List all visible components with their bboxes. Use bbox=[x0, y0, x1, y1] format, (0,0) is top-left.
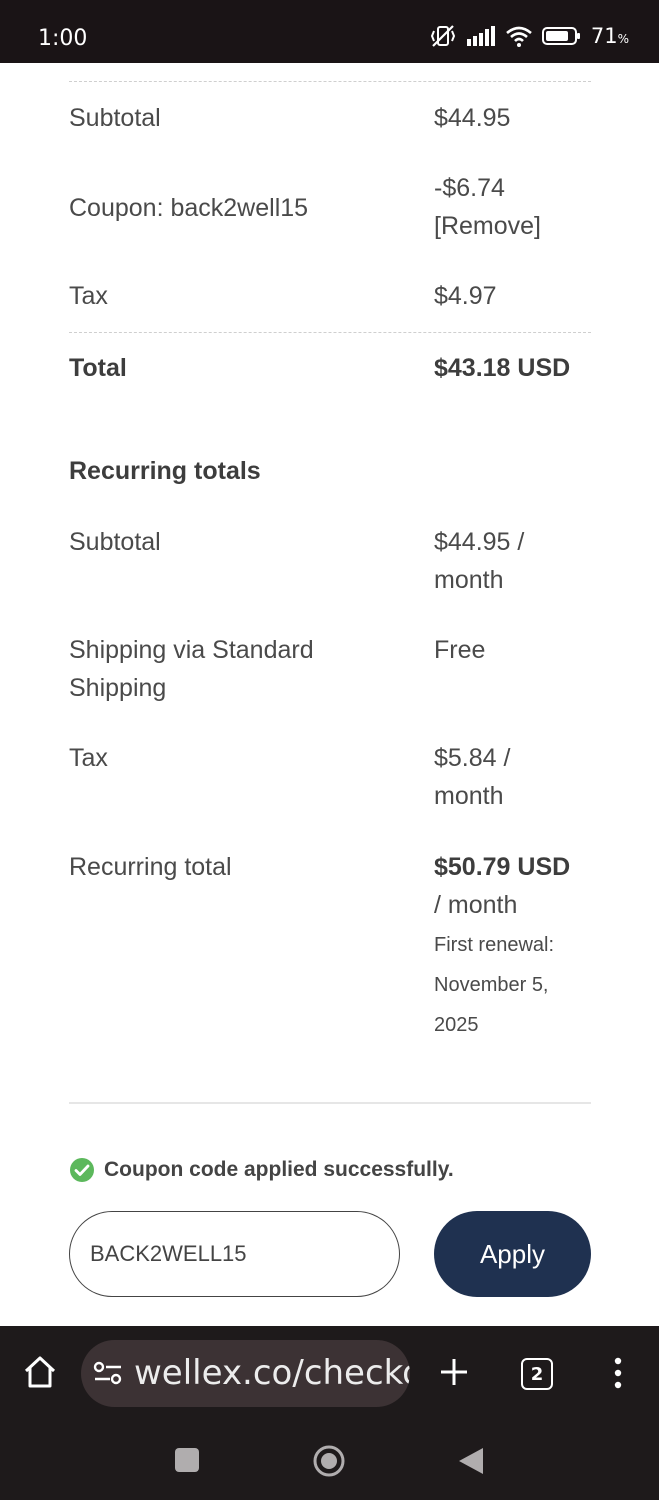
recurring-subtotal-period: month bbox=[434, 566, 504, 594]
battery-icon bbox=[541, 27, 580, 45]
shipping-label: Shipping via Standard bbox=[69, 636, 314, 664]
recurring-total-value: $50.79 USD bbox=[434, 853, 571, 881]
home-icon[interactable] bbox=[20, 1352, 60, 1392]
wifi-icon bbox=[506, 26, 532, 47]
first-renewal-date: November 5, bbox=[434, 974, 549, 996]
coupon-discount: -$6.74 bbox=[434, 174, 505, 202]
status-icons: 71% bbox=[429, 24, 629, 48]
remove-coupon-link[interactable]: [Remove] bbox=[434, 207, 541, 245]
coupon-success-notice: Coupon code applied successfully. bbox=[69, 1151, 454, 1189]
checkout-content: Subtotal $44.95 Coupon: back2well15 -$6.… bbox=[0, 63, 659, 1326]
battery-percent: 71% bbox=[590, 24, 629, 48]
url-text: wellex.co/checkout bbox=[134, 1353, 410, 1393]
system-navigation-bar bbox=[0, 1426, 659, 1500]
coupon-label: Coupon: back2well15 bbox=[69, 194, 309, 222]
apply-coupon-button[interactable]: Apply bbox=[434, 1211, 591, 1297]
divider bbox=[69, 332, 591, 333]
first-renewal-year: 2025 bbox=[434, 1014, 479, 1036]
subtotal-value: $44.95 bbox=[434, 104, 511, 132]
first-renewal-label: First renewal: bbox=[434, 934, 555, 956]
shipping-value: Free bbox=[434, 636, 486, 664]
tax-label: Tax bbox=[69, 282, 108, 310]
check-circle-icon bbox=[70, 1158, 94, 1182]
new-tab-icon[interactable] bbox=[438, 1356, 470, 1388]
subtotal-label: Subtotal bbox=[69, 104, 161, 132]
site-settings-icon[interactable] bbox=[93, 1361, 123, 1385]
tax-value: $4.97 bbox=[434, 282, 497, 310]
recurring-subtotal-label: Subtotal bbox=[69, 528, 161, 556]
total-value: $43.18 USD bbox=[434, 354, 571, 382]
signal-icon bbox=[466, 26, 495, 46]
recurring-tax-label: Tax bbox=[69, 744, 108, 772]
more-menu-icon[interactable] bbox=[608, 1356, 628, 1390]
recurring-tax-value: $5.84 / bbox=[434, 744, 511, 772]
shipping-label-line2: Shipping bbox=[69, 674, 167, 702]
recurring-subtotal-value: $44.95 / bbox=[434, 528, 525, 556]
tab-switcher-button[interactable]: 2 bbox=[521, 1358, 553, 1390]
mute-vibrate-icon bbox=[430, 25, 455, 47]
status-bar: 1:00 71% bbox=[0, 0, 659, 63]
coupon-code-input[interactable] bbox=[69, 1211, 400, 1297]
address-bar[interactable]: wellex.co/checkout bbox=[81, 1340, 410, 1407]
recurring-totals-heading: Recurring totals bbox=[69, 457, 261, 485]
recurring-total-label: Recurring total bbox=[69, 853, 232, 881]
total-label: Total bbox=[69, 354, 127, 382]
browser-toolbar: wellex.co/checkout 2 bbox=[0, 1326, 659, 1426]
divider bbox=[69, 81, 591, 82]
recurring-total-period: / month bbox=[434, 891, 518, 919]
status-time: 1:00 bbox=[38, 26, 88, 51]
home-nav-button[interactable] bbox=[312, 1444, 346, 1478]
section-divider bbox=[69, 1102, 591, 1104]
recent-apps-button[interactable] bbox=[175, 1448, 199, 1472]
recurring-tax-period: month bbox=[434, 782, 504, 810]
back-nav-button[interactable] bbox=[457, 1446, 485, 1476]
coupon-success-message: Coupon code applied successfully. bbox=[104, 1158, 454, 1181]
